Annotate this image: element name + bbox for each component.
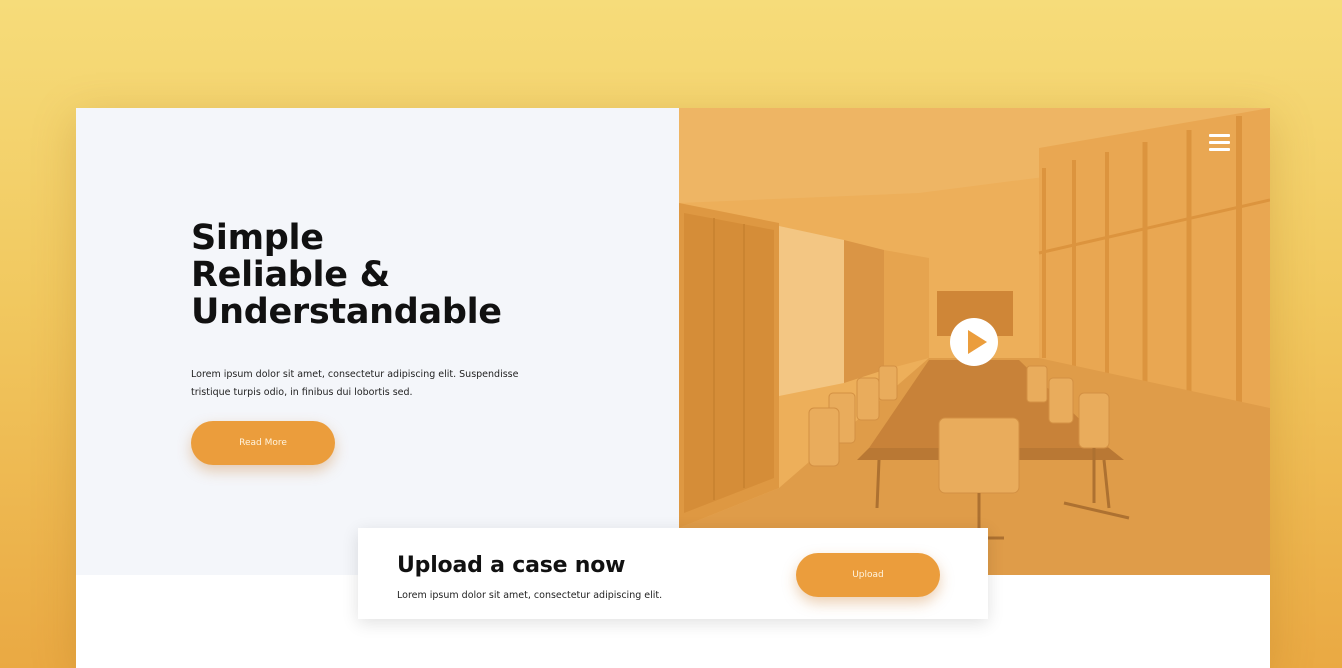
upload-case-card: Upload a case now Lorem ipsum dolor sit … [358, 528, 988, 619]
upload-button[interactable]: Upload [796, 553, 940, 597]
hero-title-line: Simple [191, 218, 324, 258]
upload-title: Upload a case now [397, 553, 626, 578]
hamburger-menu-icon[interactable] [1209, 134, 1231, 154]
hero-title: Simple Reliable & Understandable [191, 220, 502, 331]
hero-text-panel: Simple Reliable & Understandable Lorem i… [76, 108, 679, 575]
hero-title-line: Understandable [191, 292, 502, 332]
play-icon[interactable] [950, 318, 998, 366]
hero-title-line: Reliable & [191, 255, 390, 295]
hero-media-panel [679, 108, 1270, 575]
read-more-button[interactable]: Read More [191, 421, 335, 465]
upload-description: Lorem ipsum dolor sit amet, consectetur … [397, 590, 663, 601]
landing-card: Simple Reliable & Understandable Lorem i… [76, 108, 1270, 668]
hero-description: Lorem ipsum dolor sit amet, consectetur … [191, 369, 519, 398]
